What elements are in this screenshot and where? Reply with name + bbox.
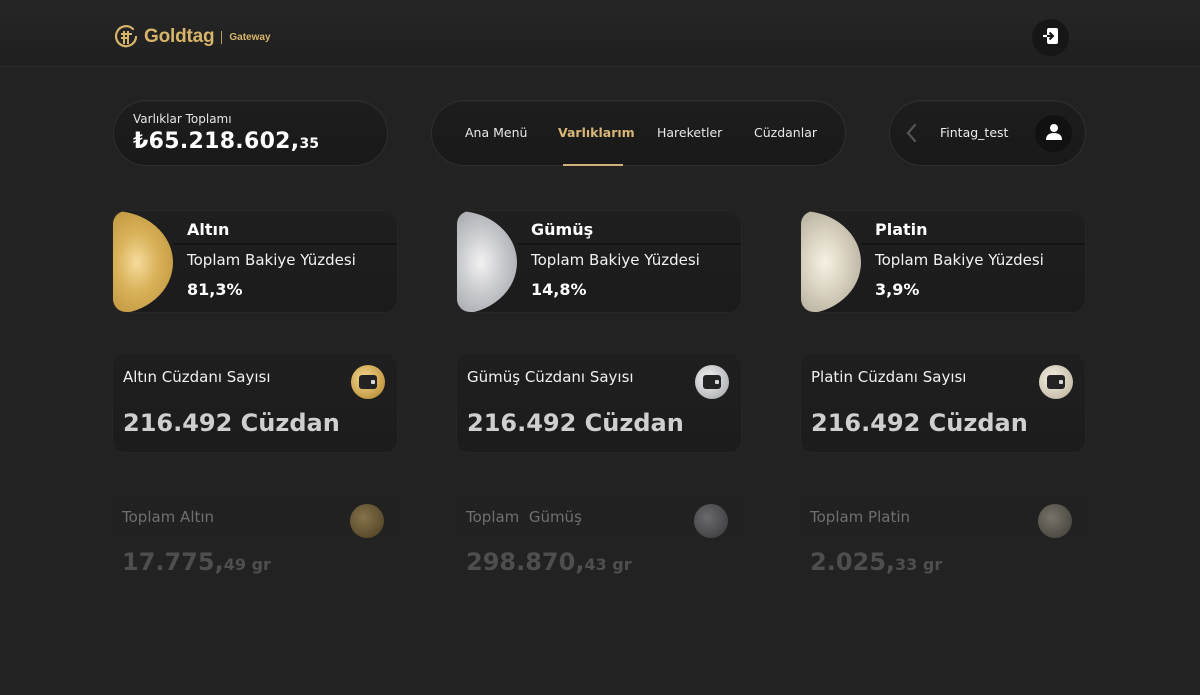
nav-item-hareketler[interactable]: Hareketler: [657, 125, 722, 140]
total-grams-decimal: 33: [895, 555, 918, 574]
user-icon: [1045, 123, 1063, 145]
user-menu: Fintag_test: [889, 100, 1086, 166]
total-grams-value: 298.870,43 gr: [466, 548, 632, 576]
platinum-shape-icon: [801, 211, 861, 312]
total-grams-card-silver[interactable]: Toplam Gümüş 298.870,43 gr: [456, 495, 742, 590]
total-assets-value: ₺65.218.602,35: [133, 129, 387, 154]
metal-percent: 3,9%: [875, 280, 920, 299]
platinum-coin-icon: [1038, 504, 1072, 538]
wallet-count-label: Platin Cüzdanı Sayısı: [811, 368, 967, 386]
total-grams-card-platinum[interactable]: Toplam Platin 2.025,33 gr: [800, 495, 1086, 590]
wallet-count-value: 216.492 Cüzdan: [467, 409, 684, 437]
metal-title: Altın: [187, 220, 230, 239]
metal-card-platinum[interactable]: Platin Toplam Bakiye Yüzdesi 3,9%: [800, 210, 1086, 313]
goldtag-logo-icon: [113, 24, 139, 50]
card-divider: [517, 243, 741, 245]
metal-subtitle: Toplam Bakiye Yüzdesi: [531, 251, 700, 269]
metal-subtitle: Toplam Bakiye Yüzdesi: [875, 251, 1044, 269]
metal-title: Platin: [875, 220, 928, 239]
main-nav: Ana Menü Varlıklarım Hareketler Cüzdanla…: [431, 100, 846, 166]
gold-shape-icon: [113, 211, 173, 312]
wallet-count-label: Gümüş Cüzdanı Sayısı: [467, 368, 634, 386]
total-grams-value: 17.775,49 gr: [122, 548, 271, 576]
total-grams-main: 2.025,: [810, 548, 896, 576]
total-grams-unit: gr: [612, 555, 632, 574]
wallet-count-card-silver[interactable]: Gümüş Cüzdanı Sayısı 216.492 Cüzdan: [456, 353, 742, 453]
total-assets-card: Varlıklar Toplamı ₺65.218.602,35: [113, 100, 388, 166]
chevron-left-icon[interactable]: [904, 123, 920, 143]
top-bar: Goldtag Gateway: [0, 0, 1200, 67]
metal-card-gold[interactable]: Altın Toplam Bakiye Yüzdesi 81,3%: [112, 210, 398, 313]
gold-coin-icon: [350, 504, 384, 538]
total-grams-label: Toplam Gümüş: [466, 508, 582, 526]
brand-name: Goldtag: [144, 26, 215, 47]
logo[interactable]: Goldtag Gateway: [113, 23, 271, 51]
logout-button[interactable]: [1032, 19, 1069, 56]
brand-separator: [221, 30, 223, 44]
wallet-icon: [1039, 365, 1073, 399]
metal-percent: 14,8%: [531, 280, 587, 299]
metal-subtitle: Toplam Bakiye Yüzdesi: [187, 251, 356, 269]
total-assets-decimal: 35: [299, 136, 319, 152]
silver-shape-icon: [457, 211, 517, 312]
wallet-icon: [351, 365, 385, 399]
logout-icon: [1042, 27, 1059, 49]
metal-title: Gümüş: [531, 220, 594, 239]
wallet-count-value: 216.492 Cüzdan: [811, 409, 1028, 437]
brand-subtitle: Gateway: [229, 31, 271, 43]
username[interactable]: Fintag_test: [940, 125, 1008, 140]
wallet-count-card-gold[interactable]: Altın Cüzdanı Sayısı 216.492 Cüzdan: [112, 353, 398, 453]
total-grams-decimal: 43: [584, 555, 607, 574]
total-grams-unit: gr: [922, 555, 943, 574]
total-grams-label: Toplam Altın: [122, 508, 215, 526]
total-grams-card-gold[interactable]: Toplam Altın 17.775,49 gr: [112, 495, 398, 590]
nav-item-cuzdanlar[interactable]: Cüzdanlar: [754, 125, 817, 140]
wallet-count-card-platinum[interactable]: Platin Cüzdanı Sayısı 216.492 Cüzdan: [800, 353, 1086, 453]
card-divider: [173, 243, 397, 245]
nav-item-ana-menu[interactable]: Ana Menü: [465, 125, 527, 140]
total-grams-main: 298.870,: [466, 548, 585, 576]
total-grams-decimal: 49: [223, 555, 246, 574]
card-divider: [861, 243, 1085, 245]
nav-active-indicator: [563, 164, 623, 166]
wallet-count-value: 216.492 Cüzdan: [123, 409, 340, 437]
nav-item-varliklarim[interactable]: Varlıklarım: [558, 125, 635, 140]
total-assets-main: ₺65.218.602,: [133, 129, 300, 154]
total-assets-label: Varlıklar Toplamı: [133, 112, 232, 126]
total-grams-unit: gr: [251, 555, 271, 574]
metal-percent: 81,3%: [187, 280, 243, 299]
total-grams-label: Toplam Platin: [810, 508, 911, 526]
metal-card-silver[interactable]: Gümüş Toplam Bakiye Yüzdesi 14,8%: [456, 210, 742, 313]
total-grams-main: 17.775,: [122, 548, 224, 576]
avatar-button[interactable]: [1035, 115, 1072, 152]
total-grams-value: 2.025,33 gr: [810, 548, 942, 576]
wallet-icon: [695, 365, 729, 399]
silver-coin-icon: [694, 504, 728, 538]
wallet-count-label: Altın Cüzdanı Sayısı: [123, 368, 271, 386]
